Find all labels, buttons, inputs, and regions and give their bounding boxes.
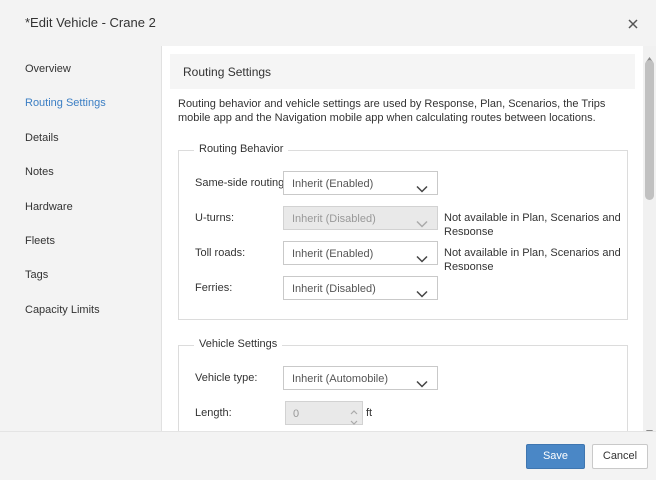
toll-roads-value: Inherit (Enabled) [292,248,374,260]
section-title: Routing Settings [183,65,272,79]
toll-roads-label: Toll roads: [195,247,246,259]
dialog-footer: Save Cancel [0,431,656,480]
scrollbar-thumb[interactable] [645,60,654,200]
u-turns-value: Inherit (Disabled) [292,213,376,225]
chevron-down-icon [416,215,428,233]
ferries-select[interactable]: Inherit (Disabled) [283,276,438,300]
close-icon[interactable] [624,15,642,33]
sidebar-nav: Overview Routing Settings Details Notes … [0,46,161,431]
sidebar-item-details[interactable]: Details [25,132,59,144]
vehicle-type-select[interactable]: Inherit (Automobile) [283,366,438,390]
routing-settings-panel: Routing Settings Routing behavior and ve… [161,46,644,431]
vehicle-type-value: Inherit (Automobile) [292,373,388,385]
sidebar-item-notes[interactable]: Notes [25,166,54,178]
dialog-header: *Edit Vehicle - Crane 2 [0,0,656,46]
chevron-up-icon [349,404,359,415]
vehicle-type-label: Vehicle type: [195,372,258,384]
routing-behavior-legend: Routing Behavior [194,143,289,155]
toll-roads-select[interactable]: Inherit (Enabled) [283,241,438,265]
save-button[interactable]: Save [526,444,585,469]
same-side-routing-value: Inherit (Enabled) [292,178,374,190]
chevron-down-icon [416,375,428,393]
length-label: Length: [195,407,232,419]
chevron-down-icon [416,285,428,303]
section-header: Routing Settings [170,54,635,89]
length-unit: ft [366,407,373,419]
dialog-title: *Edit Vehicle - Crane 2 [25,15,156,30]
sidebar-item-fleets[interactable]: Fleets [25,235,55,247]
toll-roads-note: Not available in Plan, Scenarios and Res… [444,247,621,270]
ferries-label: Ferries: [195,282,233,294]
u-turns-label: U-turns: [195,212,235,224]
intro-text: Routing behavior and vehicle settings ar… [178,98,606,124]
chevron-down-icon [416,250,428,268]
content-scrollbar[interactable] [643,46,656,435]
cancel-button[interactable]: Cancel [592,444,648,469]
vehicle-settings-legend: Vehicle Settings [194,338,283,350]
sidebar-item-routing-settings[interactable]: Routing Settings [25,97,106,109]
length-value: 0 [293,408,300,420]
sidebar-item-hardware[interactable]: Hardware [25,201,73,213]
edit-vehicle-dialog: *Edit Vehicle - Crane 2 Overview Routing… [0,0,656,480]
u-turns-note: Not available in Plan, Scenarios and Res… [444,212,621,235]
length-stepper: 0 [285,401,363,425]
chevron-down-icon [349,414,359,425]
u-turns-select: Inherit (Disabled) [283,206,438,230]
same-side-routing-label: Same-side routing: [195,177,288,189]
sidebar-item-overview[interactable]: Overview [25,63,71,75]
sidebar-item-capacity-limits[interactable]: Capacity Limits [25,304,100,316]
sidebar-item-tags[interactable]: Tags [25,269,48,281]
ferries-value: Inherit (Disabled) [292,283,376,295]
chevron-down-icon [416,180,428,198]
same-side-routing-select[interactable]: Inherit (Enabled) [283,171,438,195]
